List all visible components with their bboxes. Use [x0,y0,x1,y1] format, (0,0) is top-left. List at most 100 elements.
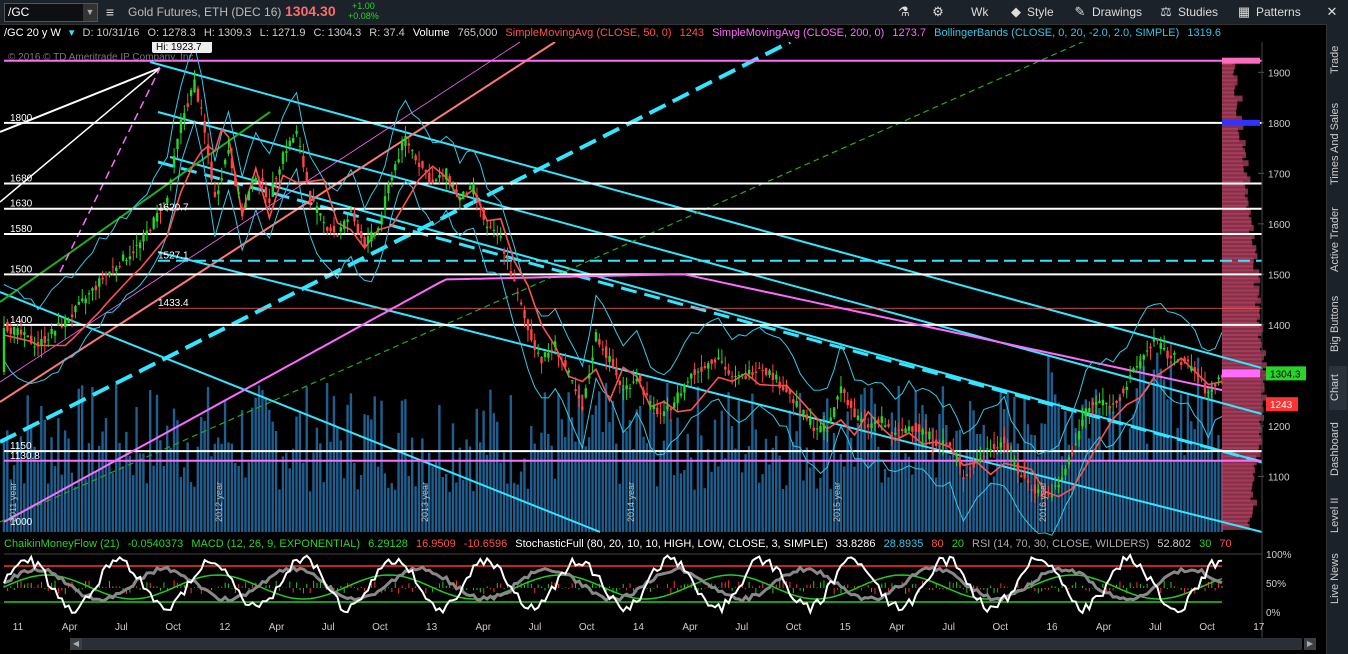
tab-trade[interactable]: Trade [1329,30,1347,90]
candle-body [492,229,496,231]
volume-bar [346,404,349,532]
tab-big-buttons[interactable]: Big Buttons [1329,286,1347,362]
candle-body [914,422,917,432]
candle-body [809,418,812,425]
close-icon[interactable]: ✕ [1324,4,1340,20]
candle-body [1105,402,1108,405]
symbol-dropdown-icon[interactable]: ▼ [83,4,97,21]
volume-bar [911,474,914,532]
sma50-label: SimpleMovingAvg (CLOSE, 50, 0) [505,27,672,39]
candle-body [843,389,846,394]
rsi-value-2: 30 [1199,538,1212,550]
volume-bar [740,472,744,532]
candle-body [1176,360,1179,362]
volume-bar [356,489,359,532]
candle-body [244,202,247,208]
volume-bar [700,435,703,532]
interval-button[interactable]: Wk [971,4,988,20]
volume-bar [693,489,696,532]
year-marker: 2015 year [832,482,842,522]
x-tick-label: Jul [942,622,955,633]
volume-bar [1183,455,1186,532]
volume-bar [751,393,754,532]
patterns-button[interactable]: Patterns [1256,4,1301,20]
volume-bar [853,466,856,532]
candle-body [312,198,315,202]
candle-body [387,184,390,194]
collapse-icon[interactable]: ▾ [69,27,75,39]
volume-bar [618,483,621,532]
drawings-button[interactable]: Drawings [1092,4,1142,20]
candle-body [666,406,669,410]
candle-body [91,288,94,291]
flask-icon[interactable]: ⚗ [896,4,912,20]
volume-bar [768,464,771,532]
candle-body [530,329,533,341]
tab-dashboard[interactable]: Dashboard [1329,414,1347,484]
level-label: 1500 [10,264,33,275]
candle-body [608,355,611,363]
candle-body [30,335,33,344]
volume-bar [611,400,615,532]
volume-bar [975,433,979,532]
scroll-left-icon[interactable]: ◀ [70,638,82,650]
tab-chart[interactable]: Chart [1329,366,1347,410]
volume-bar [955,430,958,532]
volume-bar [856,422,860,532]
volume-bar [159,440,162,532]
candle-body [53,330,57,336]
volume-bar [131,475,135,532]
menu-icon[interactable]: ≡ [102,4,118,20]
tab-level-ii[interactable]: Level II [1329,488,1347,542]
x-tick-label: 16 [1046,622,1058,633]
candle-body [734,376,737,378]
volume-bar [819,478,822,532]
y-tick-label: 1900 [1268,68,1291,79]
candle-body [278,169,281,175]
candle-body [47,339,50,341]
tab-live-news[interactable]: Live News [1329,546,1347,612]
candle-body [979,458,982,462]
candle-body [220,178,223,181]
period-label: /GC 20 y W [4,27,61,39]
year-marker: 2014 year [626,482,636,522]
volume-bar [1019,482,1023,532]
volume-bar [393,489,397,532]
tab-times-and-sales[interactable]: Times And Sales [1329,94,1347,194]
horizontal-scrollbar[interactable] [82,638,1302,650]
x-tick-label: Oct [1199,622,1215,633]
scroll-right-icon[interactable]: ▶ [1304,638,1316,650]
style-button[interactable]: Style [1027,4,1054,20]
candle-body [815,428,819,430]
volume-bar [907,456,911,532]
candle-body [611,359,615,368]
candle-body [172,155,176,168]
volume-bar [329,441,332,532]
candle-body [523,310,526,318]
volume-bar [815,488,819,532]
symbol-input[interactable]: /GC ▼ [4,3,98,22]
volume-bar [342,478,346,532]
candle-body [400,142,404,151]
candle-body [829,417,832,422]
gear-icon[interactable]: ⚙ [930,4,946,20]
volume-bar [659,451,662,532]
candle-body [23,332,26,336]
candle-body [57,322,60,326]
candle-body [996,447,999,449]
candle-body [9,327,13,334]
candle-body [407,143,411,146]
candle-body [353,212,356,222]
candle-body [819,425,822,433]
x-tick-label: Jul [1149,622,1162,633]
volume-bar [792,441,795,532]
studies-button[interactable]: Studies [1178,4,1218,20]
volume-bar [533,443,536,532]
volume-bar [87,443,91,532]
volume-bar [431,466,434,532]
x-tick-label: Oct [579,622,595,633]
candle-body [19,329,23,335]
tab-active-trader[interactable]: Active Trader [1329,198,1347,282]
candle-body [1145,350,1149,352]
volume-bar [536,450,540,532]
